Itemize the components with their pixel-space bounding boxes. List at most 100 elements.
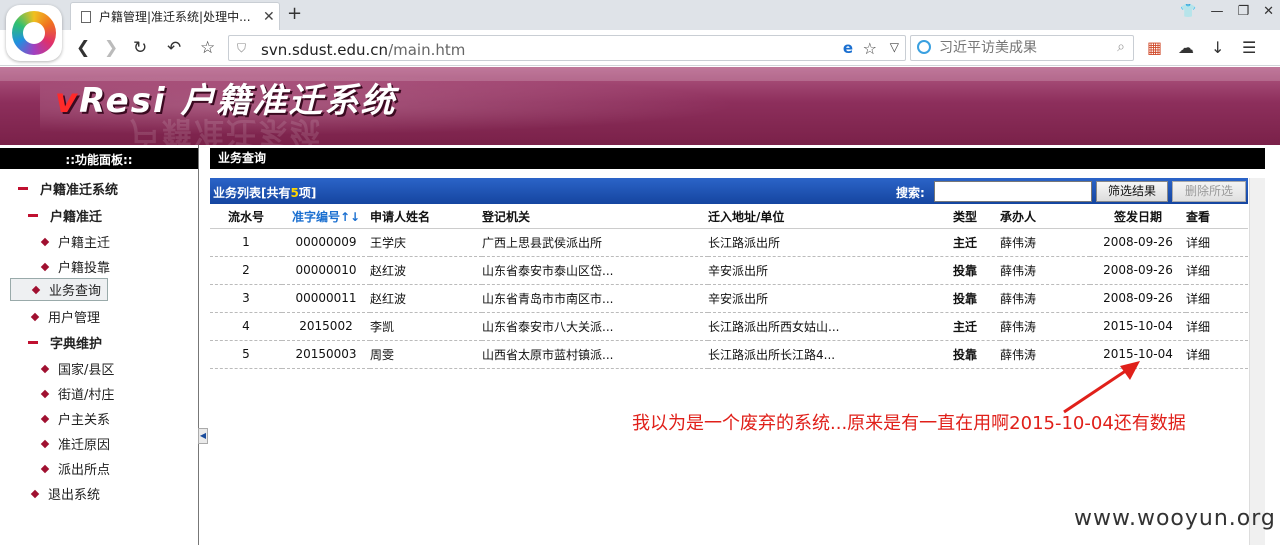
browser-tab-bar: 户籍管理|准迁系统|处理中... ✕ + 👕 — ❐ ✕	[0, 0, 1280, 30]
sidebar-item-join[interactable]: 户籍投靠	[40, 257, 110, 276]
table-header-row: 流水号 准字编号↑↓ 申请人姓名 登记机关 迁入地址/单位 类型 承办人 签发日…	[210, 205, 1248, 229]
cell-office: 山东省泰安市泰山区岱...	[482, 256, 708, 285]
minimize-icon[interactable]: —	[1210, 4, 1223, 19]
close-tab-icon[interactable]: ✕	[263, 9, 275, 25]
sidebar-item-station[interactable]: 派出所点	[40, 459, 110, 478]
search-engine-icon	[917, 40, 931, 54]
cell-type: 投靠	[930, 284, 1000, 313]
page-title: 业务查询	[210, 148, 1265, 169]
forward-icon[interactable]: ❯	[104, 38, 118, 58]
sidebar-item-logout[interactable]: 退出系统	[30, 484, 100, 503]
chevron-down-icon[interactable]: ▽	[890, 40, 899, 54]
favorite-star-icon[interactable]: ☆	[863, 39, 877, 58]
cell-office: 山西省太原市蓝村镇派...	[482, 340, 708, 369]
view-detail-link[interactable]: 详细	[1186, 256, 1248, 285]
cloud-icon[interactable]: ☁	[1178, 38, 1194, 57]
address-bar[interactable]: ⛉ svn.sdust.edu.cn/main.htm e ☆ ▽	[228, 35, 906, 61]
cell-address: 辛安派出所	[708, 256, 930, 285]
sidebar-item-relation[interactable]: 户主关系	[40, 409, 110, 428]
title-reflection: 户籍准迁系统	[130, 114, 322, 145]
annotation-text: 我以为是一个废弃的系统...原来是有一直在用啊2015-10-04还有数据	[632, 413, 1186, 434]
cell-serial: 5	[210, 340, 282, 369]
browser-tab[interactable]: 户籍管理|准迁系统|处理中... ✕	[70, 2, 280, 30]
cell-serial: 1	[210, 228, 282, 257]
cell-code: 00000009	[282, 228, 370, 257]
menu-icon[interactable]: ☰	[1242, 38, 1256, 57]
table-row[interactable]: 1 00000009 王学庆 广西上思县武侯派出所 长江路派出所 主迁 薛伟涛 …	[210, 228, 1248, 257]
cell-office: 山东省泰安市八大关派...	[482, 312, 708, 341]
cell-type: 主迁	[930, 312, 1000, 341]
cell-agent: 薛伟涛	[1000, 284, 1090, 313]
col-applicant: 申请人姓名	[370, 205, 482, 229]
browser-nav-bar: ❮ ❯ ↻ ↶ ☆ ⛉ svn.sdust.edu.cn/main.htm e …	[0, 30, 1280, 66]
cell-type: 投靠	[930, 256, 1000, 285]
cell-address: 长江路派出所长江路4...	[708, 340, 930, 369]
cell-name: 赵红波	[370, 284, 482, 313]
table-row[interactable]: 2 00000010 赵红波 山东省泰安市泰山区岱... 辛安派出所 投靠 薛伟…	[210, 256, 1248, 285]
browser-search-input[interactable]	[939, 39, 1109, 57]
ie-mode-icon[interactable]: e	[843, 39, 853, 57]
col-serial: 流水号	[210, 205, 282, 229]
skin-icon[interactable]: 👕	[1180, 4, 1196, 19]
search-icon[interactable]: ⌕	[1117, 39, 1125, 55]
browser-search[interactable]: ⌕	[910, 35, 1134, 61]
apps-grid-icon[interactable]: ▦	[1147, 38, 1162, 57]
view-detail-link[interactable]: 详细	[1186, 228, 1248, 257]
shield-icon: ⛉	[237, 41, 247, 55]
vertical-scrollbar[interactable]	[1249, 178, 1265, 545]
cell-name: 赵红波	[370, 256, 482, 285]
col-address: 迁入地址/单位	[708, 205, 930, 229]
back-icon[interactable]: ❮	[76, 38, 90, 58]
app-banner: vResi 户籍准迁系统 户籍准迁系统	[0, 67, 1280, 145]
view-detail-link[interactable]: 详细	[1186, 312, 1248, 341]
cell-office: 山东省青岛市市南区市...	[482, 284, 708, 313]
sidebar-item-country[interactable]: 国家/县区	[40, 359, 114, 378]
download-icon[interactable]: ↓	[1211, 38, 1224, 57]
cell-date: 2008-09-26	[1090, 256, 1186, 285]
cell-code: 00000010	[282, 256, 370, 285]
cell-name: 周雯	[370, 340, 482, 369]
sidebar-item-query[interactable]: 业务查询	[10, 278, 109, 301]
sidebar-item-dictionary[interactable]: 字典维护	[28, 333, 102, 352]
cell-address: 辛安派出所	[708, 284, 930, 313]
sidebar-item-street[interactable]: 街道/村庄	[40, 384, 114, 403]
cell-name: 王学庆	[370, 228, 482, 257]
cell-address: 长江路派出所	[708, 228, 930, 257]
new-tab-icon[interactable]: +	[287, 3, 302, 24]
panel-header: ::功能面板::	[0, 145, 198, 169]
watermark: www.wooyun.org	[1074, 506, 1276, 531]
cell-date: 2015-10-04	[1090, 312, 1186, 341]
cell-agent: 薛伟涛	[1000, 228, 1090, 257]
close-window-icon[interactable]: ✕	[1263, 4, 1274, 19]
delete-selected-button[interactable]: 删除所选	[1172, 181, 1246, 202]
url-text: svn.sdust.edu.cn/main.htm	[261, 41, 466, 59]
maximize-icon[interactable]: ❐	[1237, 4, 1249, 19]
cell-office: 广西上思县武侯派出所	[482, 228, 708, 257]
cell-type: 投靠	[930, 340, 1000, 369]
view-detail-link[interactable]: 详细	[1186, 340, 1248, 369]
col-code-sort[interactable]: 准字编号↑↓	[282, 205, 370, 229]
sidebar-item-reason[interactable]: 准迁原因	[40, 434, 110, 453]
cell-address: 长江路派出所西女姑山...	[708, 312, 930, 341]
cell-serial: 2	[210, 256, 282, 285]
cell-agent: 薛伟涛	[1000, 256, 1090, 285]
table-row[interactable]: 4 2015002 李凯 山东省泰安市八大关派... 长江路派出所西女姑山...…	[210, 312, 1248, 341]
cell-agent: 薛伟涛	[1000, 312, 1090, 341]
col-type: 类型	[930, 205, 1000, 229]
sidebar-item-migration[interactable]: 户籍准迁	[28, 206, 102, 225]
bookmark-star-icon[interactable]: ☆	[200, 38, 215, 58]
cell-serial: 3	[210, 284, 282, 313]
filter-button[interactable]: 筛选结果	[1096, 181, 1168, 202]
sidebar-item-system[interactable]: 户籍准迁系统	[18, 179, 118, 198]
collapse-panel-icon[interactable]: ◀	[198, 428, 208, 444]
undo-icon[interactable]: ↶	[167, 38, 181, 58]
search-input[interactable]	[934, 181, 1092, 202]
view-detail-link[interactable]: 详细	[1186, 284, 1248, 313]
sidebar-item-main-move[interactable]: 户籍主迁	[40, 232, 110, 251]
cell-name: 李凯	[370, 312, 482, 341]
cell-code: 20150003	[282, 340, 370, 369]
sidebar-item-users[interactable]: 用户管理	[30, 307, 100, 326]
cell-code: 00000011	[282, 284, 370, 313]
table-row[interactable]: 3 00000011 赵红波 山东省青岛市市南区市... 辛安派出所 投靠 薛伟…	[210, 284, 1248, 313]
reload-icon[interactable]: ↻	[133, 38, 147, 58]
